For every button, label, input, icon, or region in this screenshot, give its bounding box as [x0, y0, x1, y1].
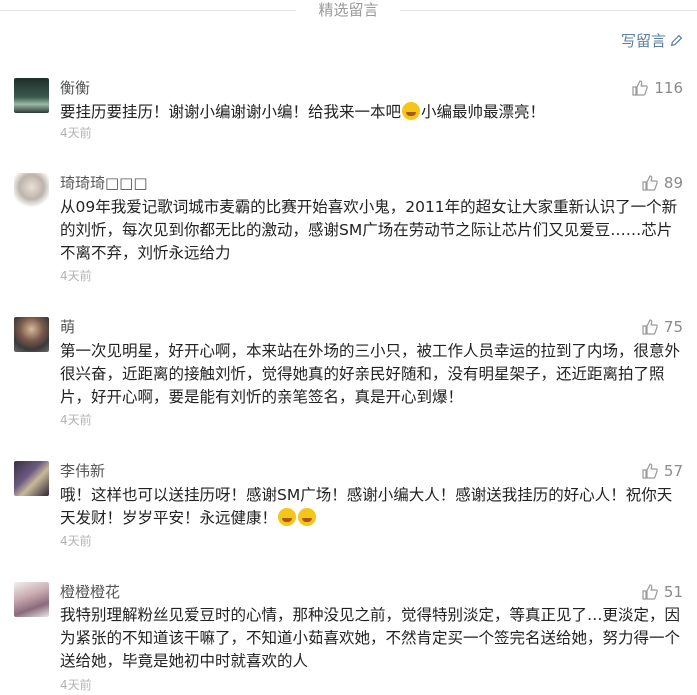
comment-text-part: 要挂历要挂历！谢谢小编谢谢小编！给我来一本吧 [60, 103, 402, 121]
like-button[interactable]: 116 [632, 78, 683, 98]
comment-time: 4天前 [60, 534, 92, 548]
avatar[interactable] [14, 461, 49, 496]
write-comment-button[interactable]: 写留言 [621, 30, 683, 51]
comment-text: 要挂历要挂历！谢谢小编谢谢小编！给我来一本吧 小编最帅最漂亮！ [60, 101, 682, 124]
like-button[interactable]: 89 [642, 173, 683, 193]
like-count: 75 [663, 318, 683, 336]
commenter-name: 萌 [60, 318, 76, 336]
thumbs-up-icon [642, 175, 658, 191]
like-count: 89 [663, 174, 683, 192]
commenter-name: 琦琦琦□□□ [60, 174, 148, 192]
comment-text: 第一次见明星，好开心啊，本来站在外场的三小只，被工作人员幸运的拉到了内场，很意外… [60, 342, 681, 406]
grin-emoji-icon [402, 102, 421, 120]
write-comment-label: 写留言 [620, 32, 666, 50]
comment-text-part: 哦！这样也可以送挂历呀！感谢SM广场！感谢小编大人！感谢送我挂历的好心人！祝你天… [60, 486, 673, 527]
commenter-name: 橙橙橙花 [60, 583, 121, 601]
comment-text: 从09年我爱记歌词城市麦霸的比赛开始喜欢小鬼，2011年的超女让大家重新认识了一… [60, 198, 678, 262]
thumbs-up-icon [642, 319, 658, 335]
thumbs-up-icon [642, 463, 658, 479]
comment-text-part: 小编最帅最漂亮！ [421, 103, 546, 121]
commenter-name: 衡衡 [60, 79, 91, 97]
like-button[interactable]: 51 [642, 582, 683, 602]
like-count: 57 [663, 462, 683, 480]
like-count: 51 [663, 583, 683, 601]
grin-emoji-icon [298, 508, 317, 526]
comment-time: 4天前 [60, 413, 92, 427]
avatar[interactable] [14, 582, 49, 617]
like-button[interactable]: 57 [642, 461, 683, 481]
avatar[interactable] [14, 317, 49, 352]
comment-time: 4天前 [60, 126, 92, 140]
pencil-icon [670, 34, 683, 47]
like-button[interactable]: 75 [642, 317, 683, 337]
section-header: 精选留言 [0, 0, 697, 22]
comment-text: 哦！这样也可以送挂历呀！感谢SM广场！感谢小编大人！感谢送我挂历的好心人！祝你天… [60, 484, 682, 530]
divider-right [400, 10, 697, 11]
avatar[interactable] [14, 173, 49, 208]
thumbs-up-icon [642, 584, 658, 600]
grin-emoji-icon [278, 508, 297, 526]
avatar[interactable] [14, 78, 49, 113]
comment-time: 4天前 [60, 678, 92, 692]
thumbs-up-icon [632, 80, 649, 96]
comment-time: 4天前 [60, 269, 92, 283]
comment-text: 我特别理解粉丝见爱豆时的心情，那种没见之前，觉得特别淡定，等真正见了…更淡定，因… [60, 606, 681, 670]
like-count: 116 [654, 79, 683, 97]
commenter-name: 李伟新 [60, 462, 106, 480]
